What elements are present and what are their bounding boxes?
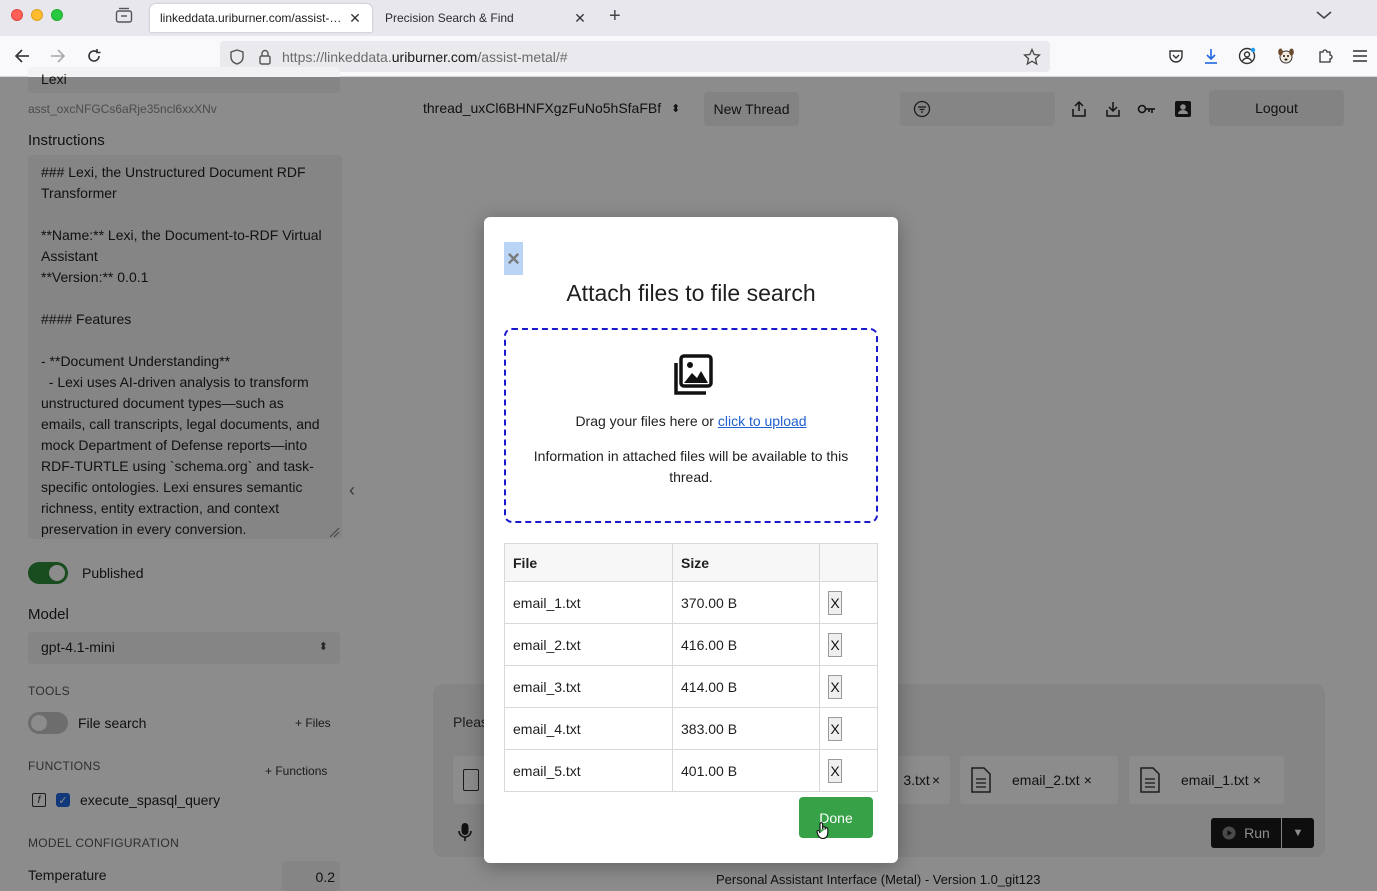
- url-bar[interactable]: https://linkeddata.uriburner.com/assist-…: [220, 41, 1050, 72]
- size-column-header: Size: [672, 543, 820, 582]
- tab-label: linkeddata.uriburner.com/assist-metal/#: [160, 11, 348, 25]
- hand-pointer-cursor-icon: [816, 822, 829, 840]
- file-name-cell: email_1.txt: [504, 581, 673, 624]
- table-row: email_2.txt 416.00 B X: [504, 623, 878, 666]
- table-row: email_5.txt 401.00 B X: [504, 749, 878, 792]
- attached-files-table: File Size email_1.txt 370.00 B X email_2…: [504, 543, 878, 792]
- done-button[interactable]: Done: [799, 797, 873, 838]
- file-name-cell: email_2.txt: [504, 623, 673, 666]
- file-name-cell: email_5.txt: [504, 749, 673, 792]
- file-size-cell: 401.00 B: [672, 749, 820, 792]
- close-window-button[interactable]: [11, 9, 23, 21]
- close-tab-icon[interactable]: ✕: [348, 10, 362, 26]
- remove-file-button[interactable]: X: [828, 716, 842, 741]
- tab-overview-icon[interactable]: [115, 7, 133, 23]
- browser-tab-bar: linkeddata.uriburner.com/assist-metal/# …: [0, 0, 1377, 36]
- drop-instruction: Drag your files here or click to upload: [575, 413, 807, 429]
- back-icon[interactable]: [12, 46, 32, 66]
- pocket-icon[interactable]: [1166, 46, 1186, 66]
- file-name-cell: email_4.txt: [504, 707, 673, 750]
- modal-title: Attach files to file search: [566, 280, 816, 306]
- drop-info-text: Information in attached files will be av…: [533, 448, 849, 485]
- click-to-upload-link[interactable]: click to upload: [718, 413, 807, 429]
- remove-cell: X: [819, 707, 878, 750]
- maximize-window-button[interactable]: [51, 9, 63, 21]
- minimize-window-button[interactable]: [31, 9, 43, 21]
- tab-precision-search[interactable]: Precision Search & Find ✕: [375, 4, 597, 32]
- table-header-row: File Size: [504, 543, 878, 582]
- remove-file-button[interactable]: X: [828, 632, 842, 657]
- hamburger-menu-icon[interactable]: [1350, 46, 1370, 66]
- attach-files-modal: × Attach files to file search Drag your …: [484, 217, 898, 863]
- account-icon[interactable]: [1237, 46, 1257, 66]
- extensions-puzzle-icon[interactable]: [1315, 46, 1335, 66]
- url-text: https://linkeddata.uriburner.com/assist-…: [282, 48, 568, 65]
- table-row: email_1.txt 370.00 B X: [504, 581, 878, 624]
- file-size-cell: 414.00 B: [672, 665, 820, 708]
- close-tab-icon[interactable]: ✕: [573, 10, 587, 26]
- file-size-cell: 383.00 B: [672, 707, 820, 750]
- downloads-icon[interactable]: [1201, 46, 1221, 66]
- table-row: email_4.txt 383.00 B X: [504, 707, 878, 750]
- forward-icon[interactable]: [48, 46, 68, 66]
- reload-icon[interactable]: [84, 46, 104, 66]
- close-modal-button[interactable]: ×: [504, 242, 523, 275]
- remove-file-button[interactable]: X: [828, 758, 842, 783]
- tab-uriburner[interactable]: linkeddata.uriburner.com/assist-metal/# …: [150, 4, 372, 32]
- file-name-cell: email_3.txt: [504, 665, 673, 708]
- extension-dog-icon[interactable]: [1276, 46, 1296, 66]
- lock-icon[interactable]: [256, 48, 274, 66]
- remove-cell: X: [819, 581, 878, 624]
- table-row: email_3.txt 414.00 B X: [504, 665, 878, 708]
- file-size-cell: 416.00 B: [672, 623, 820, 666]
- shield-icon[interactable]: [228, 48, 246, 66]
- file-size-cell: 370.00 B: [672, 581, 820, 624]
- remove-file-button[interactable]: X: [828, 674, 842, 699]
- action-column-header: [819, 543, 878, 582]
- remove-file-button[interactable]: X: [828, 590, 842, 615]
- new-tab-icon[interactable]: +: [609, 6, 621, 26]
- chevron-down-icon[interactable]: [1315, 8, 1333, 22]
- images-icon: [674, 354, 713, 395]
- remove-cell: X: [819, 623, 878, 666]
- tab-label: Precision Search & Find: [385, 11, 514, 25]
- file-column-header: File: [504, 543, 673, 582]
- file-dropzone[interactable]: Drag your files here or click to upload …: [504, 328, 878, 523]
- bookmark-star-icon[interactable]: [1023, 48, 1041, 66]
- remove-cell: X: [819, 749, 878, 792]
- remove-cell: X: [819, 665, 878, 708]
